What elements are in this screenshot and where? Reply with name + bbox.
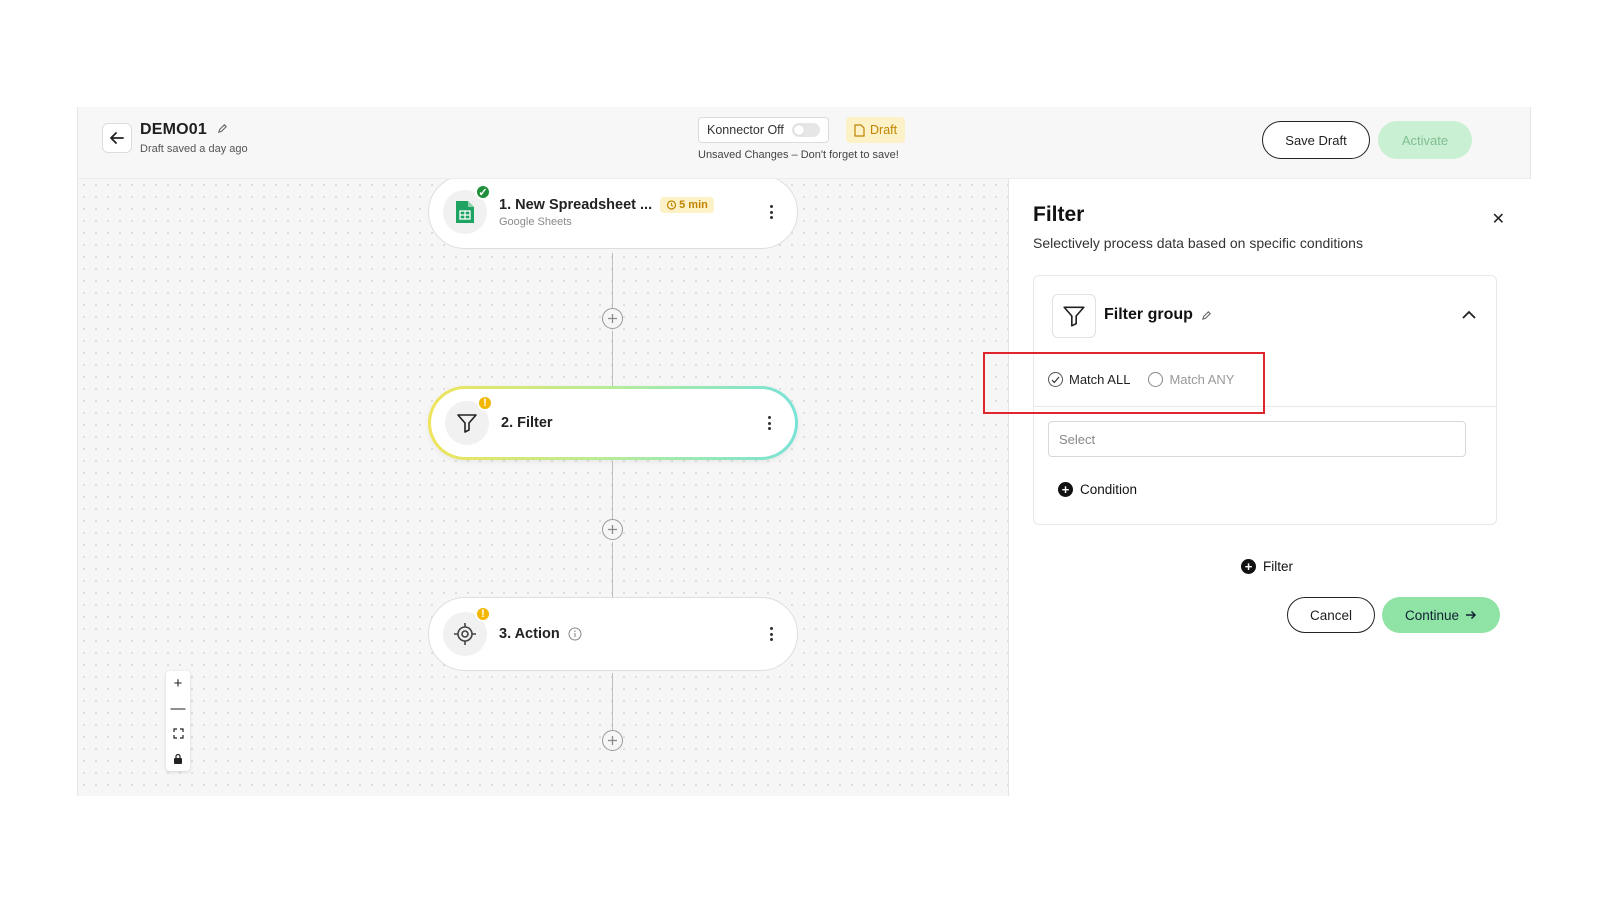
draft-label: Draft: [870, 123, 898, 137]
connector-line: [612, 331, 613, 387]
app-window: DEMO01 Draft saved a day ago Konnector O…: [77, 107, 1531, 796]
connector-line: [612, 253, 613, 311]
match-any-radio[interactable]: Match ANY: [1148, 372, 1234, 387]
add-filter-label: Filter: [1263, 559, 1293, 574]
lock-button[interactable]: [166, 746, 190, 771]
close-icon[interactable]: ✕: [1492, 209, 1505, 229]
step-app-name: Google Sheets: [499, 215, 572, 228]
back-button[interactable]: [102, 123, 132, 153]
info-icon[interactable]: [568, 627, 582, 641]
plus-circle-icon: +: [1058, 482, 1073, 497]
step-menu-icon[interactable]: [765, 414, 773, 432]
konnector-label: Konnector Off: [707, 123, 784, 137]
step-title: 3. Action: [499, 626, 560, 642]
panel-description: Selectively process data based on specif…: [1033, 235, 1363, 251]
success-check-icon: ✓: [475, 184, 491, 200]
check-circle-icon: [1048, 372, 1063, 387]
draft-saved-status: Draft saved a day ago: [140, 143, 248, 156]
match-all-radio[interactable]: Match ALL: [1048, 372, 1130, 387]
fit-view-icon: [172, 728, 184, 739]
workflow-step-action[interactable]: ! 3. Action: [428, 597, 798, 671]
zoom-out-button[interactable]: —: [166, 696, 190, 721]
match-any-label: Match ANY: [1169, 372, 1235, 387]
condition-select[interactable]: Select: [1048, 421, 1466, 457]
filter-icon: [1052, 294, 1096, 338]
filter-icon: !: [445, 395, 493, 445]
fit-view-button[interactable]: [166, 721, 190, 746]
add-step-button[interactable]: [602, 730, 623, 751]
activate-button[interactable]: Activate: [1378, 121, 1472, 159]
match-mode-selector: Match ALL Match ANY: [1048, 372, 1234, 387]
arrow-right-icon: [1466, 610, 1477, 620]
workflow-step-trigger[interactable]: ✓ 1. New Spreadsheet ... 5 min Google Sh…: [428, 179, 798, 249]
empty-circle-icon: [1148, 372, 1164, 387]
workflow-title-block: DEMO01 Draft saved a day ago: [140, 121, 248, 155]
chevron-up-icon[interactable]: [1462, 306, 1476, 324]
workflow-title: DEMO01: [140, 121, 207, 139]
pencil-icon[interactable]: [217, 121, 228, 139]
connector-line: [612, 462, 613, 522]
top-header: DEMO01 Draft saved a day ago Konnector O…: [78, 107, 1530, 179]
add-condition-label: Condition: [1080, 482, 1138, 497]
filter-group-title: Filter group: [1104, 306, 1193, 323]
zoom-in-button[interactable]: +: [166, 671, 190, 696]
cancel-button[interactable]: Cancel: [1287, 597, 1375, 633]
plus-circle-icon: +: [1241, 559, 1256, 574]
continue-button[interactable]: Continue: [1382, 597, 1500, 633]
konnector-toggle-group[interactable]: Konnector Off: [698, 117, 829, 143]
step-menu-icon[interactable]: [767, 203, 775, 221]
plus-icon: [608, 314, 617, 323]
step-menu-icon[interactable]: [767, 625, 775, 643]
step-title: 1. New Spreadsheet ...: [499, 196, 653, 213]
poll-interval-badge: 5 min: [660, 196, 714, 213]
poll-interval-text: 5 min: [679, 198, 708, 211]
pencil-icon[interactable]: [1201, 310, 1212, 321]
arrow-left-icon: [110, 132, 124, 144]
add-condition-button[interactable]: + Condition: [1058, 482, 1137, 497]
add-filter-button[interactable]: + Filter: [1241, 559, 1293, 574]
connector-line: [612, 673, 613, 733]
match-all-label: Match ALL: [1069, 372, 1131, 387]
warning-icon: !: [477, 395, 493, 411]
lock-icon: [174, 753, 182, 764]
add-step-button[interactable]: [602, 308, 623, 329]
connector-line: [612, 542, 613, 598]
save-draft-button[interactable]: Save Draft: [1262, 121, 1370, 159]
unsaved-changes-notice: Unsaved Changes – Don't forget to save!: [698, 149, 899, 161]
workflow-step-filter[interactable]: ! 2. Filter: [428, 386, 798, 460]
filter-group-card: Filter group Match ALL Match ANY Select …: [1033, 275, 1497, 525]
plus-icon: [608, 525, 617, 534]
alarm-clock-icon: [667, 200, 677, 210]
continue-label: Continue: [1404, 607, 1460, 623]
draft-badge: Draft: [846, 117, 906, 143]
panel-title: Filter: [1033, 203, 1085, 226]
filter-config-panel: Filter Selectively process data based on…: [1008, 179, 1531, 796]
document-icon: [854, 123, 865, 137]
target-icon: !: [443, 606, 491, 656]
divider: [1034, 406, 1496, 407]
step-title: 2. Filter: [501, 415, 553, 431]
warning-icon: !: [475, 606, 491, 622]
google-sheets-icon: ✓: [443, 184, 491, 234]
workflow-canvas[interactable]: ✓ 1. New Spreadsheet ... 5 min Google Sh…: [78, 179, 1008, 796]
konnector-toggle[interactable]: [791, 123, 820, 137]
add-step-button[interactable]: [602, 519, 623, 540]
plus-icon: [608, 736, 617, 745]
zoom-controls: + —: [166, 671, 190, 771]
